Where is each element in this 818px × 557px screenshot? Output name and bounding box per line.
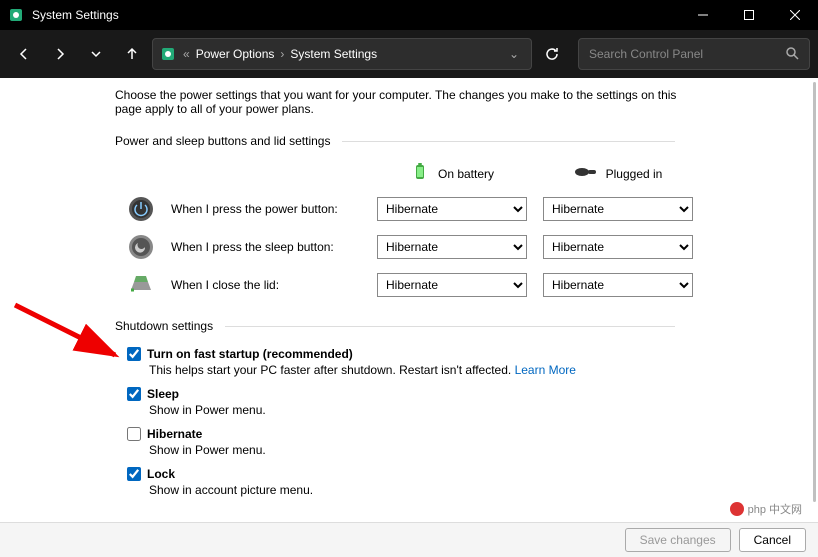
shutdown-item-hibernate: Hibernate Show in Power menu. bbox=[127, 427, 818, 457]
column-plugged-in: Plugged in bbox=[543, 164, 693, 183]
lock-checkbox[interactable] bbox=[127, 467, 141, 481]
power-button-icon bbox=[127, 195, 155, 223]
search-box[interactable] bbox=[578, 38, 810, 70]
sleep-button-plugged-select[interactable]: Hibernate bbox=[543, 235, 693, 259]
page-description: Choose the power settings that you want … bbox=[115, 88, 695, 116]
power-settings-grid: On battery Plugged in When I press the p… bbox=[127, 162, 818, 299]
navbar: « Power Options › System Settings ⌄ bbox=[0, 30, 818, 78]
sleep-checkbox[interactable] bbox=[127, 387, 141, 401]
power-button-battery-select[interactable]: Hibernate bbox=[377, 197, 527, 221]
watermark-icon bbox=[730, 502, 744, 516]
maximize-button[interactable] bbox=[726, 0, 772, 30]
lid-plugged-select[interactable]: Hibernate bbox=[543, 273, 693, 297]
content-area: Choose the power settings that you want … bbox=[0, 78, 818, 522]
column-on-battery: On battery bbox=[377, 162, 527, 185]
section-shutdown-header: Shutdown settings bbox=[115, 319, 818, 333]
breadcrumb-prefix: « bbox=[181, 47, 192, 61]
sleep-button-battery-select[interactable]: Hibernate bbox=[377, 235, 527, 259]
back-button[interactable] bbox=[8, 38, 40, 70]
up-button[interactable] bbox=[116, 38, 148, 70]
address-bar[interactable]: « Power Options › System Settings ⌄ bbox=[152, 38, 532, 70]
section-power-buttons-header: Power and sleep buttons and lid settings bbox=[115, 134, 818, 148]
row-label: When I close the lid: bbox=[171, 278, 361, 292]
chevron-right-icon: › bbox=[278, 47, 286, 61]
recent-dropdown[interactable] bbox=[80, 38, 112, 70]
chevron-down-icon[interactable]: ⌄ bbox=[503, 47, 525, 61]
breadcrumb-power-options[interactable]: Power Options bbox=[196, 47, 275, 61]
section-title: Power and sleep buttons and lid settings bbox=[115, 134, 330, 148]
minimize-button[interactable] bbox=[680, 0, 726, 30]
plug-icon bbox=[574, 164, 598, 183]
fast-startup-checkbox[interactable] bbox=[127, 347, 141, 361]
shutdown-item-lock: Lock Show in account picture menu. bbox=[127, 467, 818, 497]
window-title: System Settings bbox=[32, 8, 119, 22]
cancel-button[interactable]: Cancel bbox=[739, 528, 806, 552]
row-label: When I press the sleep button: bbox=[171, 240, 361, 254]
section-title: Shutdown settings bbox=[115, 319, 213, 333]
hibernate-checkbox[interactable] bbox=[127, 427, 141, 441]
close-button[interactable] bbox=[772, 0, 818, 30]
lid-icon bbox=[127, 271, 155, 299]
power-options-icon bbox=[159, 45, 177, 63]
footer: Save changes Cancel bbox=[0, 522, 818, 557]
titlebar: System Settings bbox=[0, 0, 818, 30]
app-icon bbox=[8, 7, 24, 23]
row-label: When I press the power button: bbox=[171, 202, 361, 216]
learn-more-link[interactable]: Learn More bbox=[515, 363, 576, 377]
shutdown-settings-list: Turn on fast startup (recommended) This … bbox=[127, 347, 818, 497]
shutdown-item-fast-startup: Turn on fast startup (recommended) This … bbox=[127, 347, 818, 377]
shutdown-item-sleep: Sleep Show in Power menu. bbox=[127, 387, 818, 417]
search-icon[interactable] bbox=[785, 46, 799, 63]
fast-startup-description: This helps start your PC faster after sh… bbox=[149, 363, 818, 377]
save-changes-button[interactable]: Save changes bbox=[625, 528, 731, 552]
breadcrumb-system-settings[interactable]: System Settings bbox=[290, 47, 377, 61]
sleep-button-icon bbox=[127, 233, 155, 261]
lid-battery-select[interactable]: Hibernate bbox=[377, 273, 527, 297]
battery-icon bbox=[410, 162, 430, 185]
search-input[interactable] bbox=[589, 47, 785, 61]
power-button-plugged-select[interactable]: Hibernate bbox=[543, 197, 693, 221]
forward-button[interactable] bbox=[44, 38, 76, 70]
refresh-button[interactable] bbox=[536, 38, 568, 70]
scrollbar[interactable] bbox=[813, 82, 816, 502]
watermark: php 中文网 bbox=[724, 499, 808, 519]
